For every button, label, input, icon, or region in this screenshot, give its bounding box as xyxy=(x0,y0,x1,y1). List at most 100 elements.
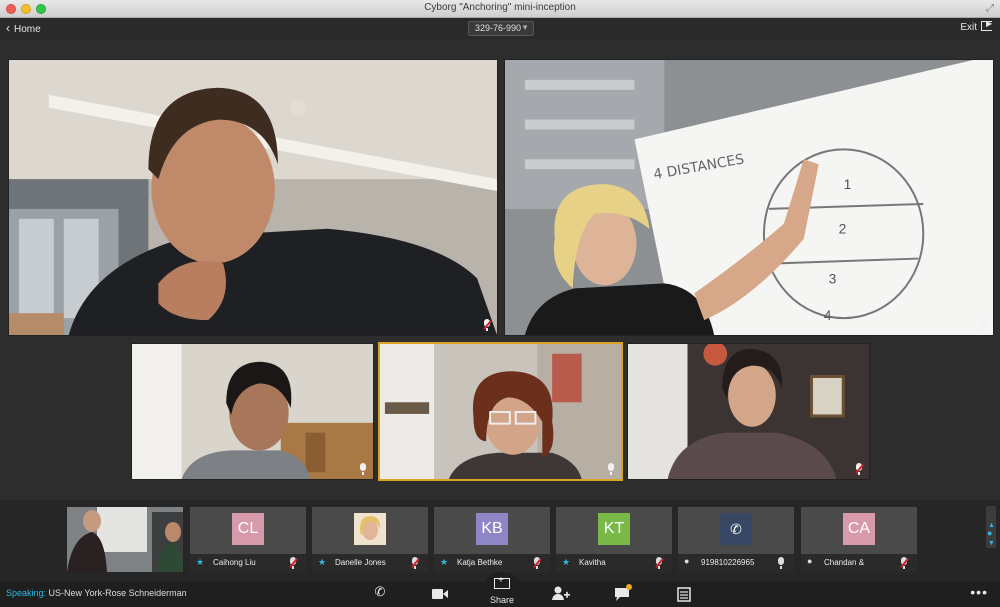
home-button[interactable]: ‹ Home xyxy=(6,21,41,35)
participant-namebar: ● 919810226965 xyxy=(678,554,794,572)
add-person-icon xyxy=(552,586,570,600)
participant-name: Danelle Jones xyxy=(335,558,386,567)
notes-icon xyxy=(677,587,691,602)
window-title: Cyborg "Anchoring" mini-inception xyxy=(424,2,576,13)
star-icon: ★ xyxy=(196,557,205,567)
participant-namebar: ● Chandan & xyxy=(801,554,917,572)
phone-button[interactable]: ✆ xyxy=(370,584,390,604)
video-frame xyxy=(380,344,621,479)
participant-namebar: ★ Danelle Jones xyxy=(312,554,428,572)
participant-tile[interactable]: KB ★ Katja Bethke xyxy=(434,507,550,572)
video-camera-icon xyxy=(432,589,448,599)
exit-button[interactable]: Exit xyxy=(960,19,992,33)
meeting-id-dropdown[interactable]: 329-76-990 ▼ xyxy=(468,21,534,36)
person-icon: ● xyxy=(684,556,690,566)
participant-namebar: ★ Kavitha xyxy=(556,554,672,572)
video-frame xyxy=(9,60,497,335)
chevron-down-icon[interactable]: ▼ xyxy=(988,540,995,547)
muted-mic-icon[interactable] xyxy=(411,557,419,569)
avatar: CL xyxy=(232,513,264,545)
participant-tile[interactable]: ✆ ● 919810226965 xyxy=(678,507,794,572)
participant-strip-scrollbar[interactable]: ▲ ● ▼ xyxy=(984,500,998,582)
video-frame: 4 DISTANCES 1 2 3 4 xyxy=(505,60,993,335)
speaking-label: Speaking: xyxy=(6,588,47,598)
muted-mic-icon[interactable] xyxy=(900,557,908,569)
more-options-button[interactable]: ••• xyxy=(970,584,988,600)
more-dots-icon: ••• xyxy=(970,584,988,600)
video-frame xyxy=(132,344,373,479)
speaking-indicator: Speaking: US-New York-Rose Schneiderman xyxy=(6,588,187,598)
mic-icon xyxy=(359,463,367,475)
exit-label: Exit xyxy=(960,22,977,33)
participant-name: Kavitha xyxy=(579,558,606,567)
phone-icon: ✆ xyxy=(730,520,742,537)
mic-icon xyxy=(607,463,615,475)
svg-text:2: 2 xyxy=(839,221,847,237)
participant-name: Caihong Liu xyxy=(213,558,256,567)
participant-tile[interactable]: CL ★ Caihong Liu xyxy=(190,507,306,572)
participant-strip: CL ★ Caihong Liu ★ Danelle Jones KB ★ Ka… xyxy=(0,500,1000,582)
video-tile-participant-1[interactable] xyxy=(8,59,498,336)
add-participant-button[interactable] xyxy=(550,584,572,604)
avatar-initials: CA xyxy=(847,520,871,537)
meeting-toolbar: ‹ Home 329-76-990 ▼ Exit xyxy=(0,18,1000,39)
participant-name: Katja Bethke xyxy=(457,558,503,567)
participant-tile[interactable]: KT ★ Kavitha xyxy=(556,507,672,572)
svg-text:1: 1 xyxy=(844,176,852,192)
people-icon[interactable]: ● xyxy=(987,528,992,538)
avatar: ✆ xyxy=(720,513,752,545)
participant-tile[interactable]: ★ Danelle Jones xyxy=(312,507,428,572)
muted-mic-icon[interactable] xyxy=(533,557,541,569)
participant-name: Chandan & xyxy=(824,558,865,567)
muted-mic-icon xyxy=(483,319,491,331)
muted-mic-icon[interactable] xyxy=(655,557,663,569)
star-icon: ★ xyxy=(562,557,571,567)
meeting-id-value: 329-76-990 xyxy=(475,23,522,33)
participant-namebar: ★ Caihong Liu xyxy=(190,554,306,572)
svg-text:3: 3 xyxy=(829,270,837,286)
video-tile-active-speaker[interactable] xyxy=(378,342,623,481)
star-icon: ★ xyxy=(440,557,449,567)
notes-button[interactable] xyxy=(674,584,694,604)
share-button[interactable]: Share xyxy=(482,572,522,607)
app-window: Cyborg "Anchoring" mini-inception ⤢ ‹ Hom… xyxy=(0,0,1000,607)
star-icon: ★ xyxy=(318,557,327,567)
screen-share-icon xyxy=(494,575,510,589)
video-frame xyxy=(628,344,869,479)
self-view-thumbnail[interactable] xyxy=(67,507,183,572)
fullscreen-icon[interactable]: ⤢ xyxy=(986,3,994,14)
avatar-initials: KT xyxy=(603,520,625,537)
video-button[interactable] xyxy=(428,584,452,604)
chevron-down-icon: ▼ xyxy=(521,23,529,32)
mic-icon xyxy=(979,319,987,331)
share-label: Share xyxy=(489,595,515,605)
person-icon: ● xyxy=(807,556,813,566)
participant-namebar: ★ Katja Bethke xyxy=(434,554,550,572)
video-frame xyxy=(67,507,183,572)
svg-text:4: 4 xyxy=(824,307,832,323)
bottom-control-bar: Speaking: US-New York-Rose Schneiderman … xyxy=(0,572,1000,607)
mic-icon[interactable] xyxy=(777,557,785,569)
avatar: KB xyxy=(476,513,508,545)
avatar: KT xyxy=(598,513,630,545)
participant-tile[interactable]: CA ● Chandan & xyxy=(801,507,917,572)
chevron-left-icon: ‹ xyxy=(6,21,10,35)
avatar-initials: CL xyxy=(237,520,259,537)
speaking-name: US-New York-Rose Schneiderman xyxy=(48,588,187,598)
muted-mic-icon[interactable] xyxy=(289,557,297,569)
phone-icon: ✆ xyxy=(374,584,386,599)
avatar xyxy=(354,513,386,545)
title-bar: Cyborg "Anchoring" mini-inception ⤢ xyxy=(0,0,1000,18)
avatar-photo xyxy=(354,513,386,545)
avatar-initials: KB xyxy=(481,520,503,537)
video-tile-participant-2[interactable]: 4 DISTANCES 1 2 3 4 xyxy=(504,59,994,336)
participant-name: 919810226965 xyxy=(701,558,755,567)
muted-mic-icon xyxy=(855,463,863,475)
notification-badge xyxy=(626,584,632,590)
avatar: CA xyxy=(843,513,875,545)
video-tile-participant-3[interactable] xyxy=(131,343,374,480)
chat-button[interactable] xyxy=(612,584,634,604)
video-tile-participant-5[interactable] xyxy=(627,343,870,480)
home-label: Home xyxy=(14,24,41,35)
exit-icon xyxy=(981,19,992,31)
